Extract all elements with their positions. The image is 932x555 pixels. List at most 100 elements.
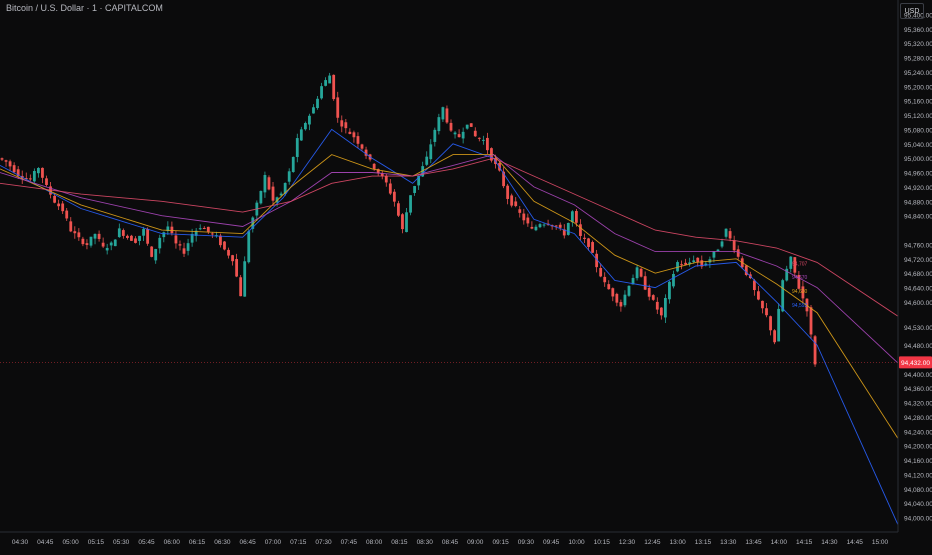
candle-body	[210, 233, 214, 235]
price-tick: 95,040.00	[904, 142, 932, 149]
chart-title: Bitcoin / U.S. Dollar · 1 · CAPITALCOM	[6, 3, 163, 13]
candle-body	[587, 238, 590, 247]
price-tick: 94,120.00	[904, 472, 932, 479]
candle-body	[401, 214, 404, 230]
candle-body	[178, 244, 182, 246]
price-axis[interactable]: 95,400.0095,360.0095,320.0095,280.0095,2…	[904, 12, 932, 522]
candle-body	[724, 228, 728, 237]
last-price-label: 94,432.00	[899, 356, 932, 369]
candle-body	[97, 233, 101, 239]
candle-body	[643, 276, 647, 290]
candle-body	[603, 276, 607, 283]
candle-body	[445, 108, 449, 123]
candle-body	[117, 228, 121, 238]
time-tick: 13:45	[745, 539, 762, 546]
candle-body	[271, 186, 275, 201]
time-tick: 13:00	[670, 539, 687, 546]
time-tick: 09:15	[492, 539, 509, 546]
price-tick: 94,000.00	[904, 516, 932, 523]
candle-body	[514, 201, 518, 207]
candle-body	[182, 248, 186, 254]
candle-body	[457, 134, 461, 138]
price-tick: 95,240.00	[904, 70, 932, 77]
currency-badge[interactable]: USD	[900, 3, 924, 19]
candle-body	[627, 285, 631, 296]
candle-body	[530, 226, 534, 229]
time-tick: 15:00	[872, 539, 889, 546]
price-tick: 95,000.00	[904, 156, 932, 163]
candle-body	[227, 249, 230, 256]
candle-body	[170, 226, 174, 234]
ema-value-label: 94,670	[792, 275, 808, 281]
candle-body	[538, 224, 542, 228]
time-axis[interactable]: 04:30 04:45 05:00 05:15 05:30 05:45 06:00 06:15…	[12, 539, 889, 546]
candle-body	[449, 122, 453, 131]
price-tick: 94,960.00	[904, 171, 932, 178]
candle-body	[138, 235, 141, 241]
candle-body	[388, 183, 392, 194]
time-tick: 04:45	[37, 539, 54, 546]
candle-body	[384, 175, 388, 183]
price-tick: 94,280.00	[904, 415, 932, 422]
candle-body	[146, 228, 150, 244]
price-tick: 95,120.00	[904, 113, 932, 120]
candle-body	[639, 268, 643, 277]
time-tick: 08:45	[442, 539, 459, 546]
price-tick: 95,080.00	[904, 127, 932, 134]
candle-body	[425, 156, 429, 165]
candle-body	[716, 249, 720, 252]
candle-body	[356, 136, 360, 144]
price-tick: 94,880.00	[904, 199, 932, 206]
candle-body	[45, 178, 48, 185]
candle-body	[429, 144, 433, 160]
candle-body	[663, 297, 667, 318]
chart-area[interactable]: Bitcoin / U.S. Dollar · 1 · CAPITALCOM U…	[0, 0, 932, 550]
candle-body	[518, 209, 522, 213]
candle-body	[473, 130, 477, 137]
candle-body	[154, 249, 158, 261]
candle-body	[174, 235, 178, 244]
candle-body	[77, 232, 81, 238]
price-tick: 95,280.00	[904, 56, 932, 63]
candle-body	[32, 170, 36, 182]
candle-body	[69, 221, 73, 232]
ema-value-label: 94,592	[792, 303, 808, 309]
time-tick: 14:30	[821, 539, 838, 546]
candle-body	[526, 217, 530, 224]
candle-body	[372, 163, 376, 169]
candle-body	[570, 211, 574, 223]
time-tick: 13:15	[695, 539, 712, 546]
price-tick: 94,400.00	[904, 372, 932, 379]
candle-body	[263, 175, 267, 193]
candle-body	[223, 241, 226, 250]
time-tick: 07:30	[315, 539, 332, 546]
candle-body	[336, 97, 340, 118]
price-tick: 94,040.00	[904, 501, 932, 508]
candle-body	[142, 228, 145, 236]
last-price-value: 94,432.00	[901, 360, 930, 367]
candle-body	[777, 308, 781, 342]
candle-body	[672, 273, 675, 287]
candle-body	[65, 210, 69, 219]
price-tick: 95,160.00	[904, 99, 932, 106]
candle-body	[101, 242, 105, 247]
price-tick: 94,720.00	[904, 257, 932, 264]
ema-value-label: 94,630	[792, 289, 808, 295]
price-tick: 95,320.00	[904, 41, 932, 48]
candle-body	[57, 203, 61, 207]
candle-body	[607, 284, 611, 290]
time-tick: 06:30	[214, 539, 231, 546]
candle-body	[659, 307, 663, 316]
price-tick: 94,530.00	[904, 325, 932, 332]
candle-body	[769, 316, 772, 331]
candle-body	[328, 75, 332, 84]
candle-body	[611, 288, 615, 297]
time-tick: 09:30	[518, 539, 535, 546]
candle-body	[348, 131, 352, 134]
candle-body	[761, 300, 764, 309]
price-tick: 94,640.00	[904, 286, 932, 293]
candle-body	[732, 240, 736, 251]
price-chart[interactable]: 95,400.0095,360.0095,320.0095,280.0095,2…	[0, 0, 932, 550]
candle-body	[615, 293, 619, 303]
candle-body	[486, 137, 489, 151]
